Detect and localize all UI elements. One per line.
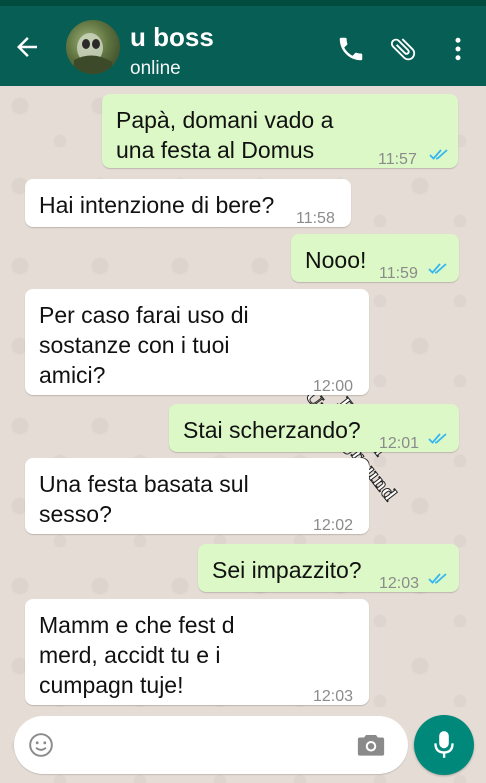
double-check-icon bbox=[429, 149, 448, 160]
message-text: Papà, domani vado a una festa al Domus bbox=[116, 107, 334, 163]
paperclip-icon[interactable] bbox=[388, 34, 418, 64]
outgoing-message[interactable]: Nooo! 11:59 bbox=[291, 234, 459, 282]
mic-icon bbox=[434, 731, 454, 758]
message-text: Per caso farai uso di sostanze con i tuo… bbox=[39, 302, 249, 388]
double-check-icon bbox=[428, 263, 447, 274]
double-check-icon bbox=[428, 433, 447, 444]
message-composer[interactable] bbox=[14, 716, 408, 774]
contact-name[interactable]: u boss bbox=[130, 22, 214, 53]
incoming-message[interactable]: Una festa basata sul sesso? 12:02 bbox=[25, 458, 369, 534]
avatar[interactable] bbox=[66, 20, 120, 74]
message-text: Hai intenzione di bere? bbox=[39, 192, 275, 218]
message-time: 11:59 bbox=[379, 265, 418, 282]
emoji-icon[interactable] bbox=[28, 732, 54, 758]
message-time: 12:03 bbox=[313, 688, 354, 705]
outgoing-message[interactable]: Stai scherzando? 12:01 bbox=[169, 404, 459, 452]
double-check-icon bbox=[428, 573, 447, 584]
incoming-message[interactable]: Mamm e che fest d merd, accidt tu e i cu… bbox=[25, 599, 369, 705]
arrow-left-icon[interactable] bbox=[12, 32, 42, 62]
incoming-message[interactable]: Hai intenzione di bere? 11:58 bbox=[25, 179, 351, 227]
message-text: Una festa basata sul sesso? bbox=[39, 471, 249, 527]
message-time: 12:00 bbox=[313, 378, 354, 395]
phone-icon[interactable] bbox=[336, 34, 366, 64]
message-time: 11:57 bbox=[378, 151, 417, 168]
message-text: Nooo! bbox=[305, 247, 367, 273]
message-text: Mamm e che fest d merd, accidt tu e i cu… bbox=[39, 612, 235, 698]
outgoing-message[interactable]: Sei impazzito? 12:03 bbox=[198, 544, 459, 592]
contact-status: online bbox=[130, 58, 181, 79]
mic-button[interactable] bbox=[414, 715, 474, 775]
more-vert-icon[interactable] bbox=[443, 34, 473, 64]
message-time: 12:01 bbox=[379, 435, 420, 452]
camera-icon[interactable] bbox=[356, 732, 386, 758]
incoming-message[interactable]: Per caso farai uso di sostanze con i tuo… bbox=[25, 289, 369, 395]
message-text: Stai scherzando? bbox=[183, 417, 361, 443]
message-text: Sei impazzito? bbox=[212, 557, 362, 583]
message-time: 12:02 bbox=[313, 517, 354, 534]
message-time: 12:03 bbox=[379, 575, 420, 592]
message-time: 11:58 bbox=[296, 210, 335, 227]
chat-header: u boss online bbox=[0, 6, 486, 86]
message-list[interactable]: Foggia Underground Papà, domani vado a u… bbox=[0, 86, 486, 783]
outgoing-message[interactable]: Papà, domani vado a una festa al Domus 11… bbox=[102, 94, 458, 168]
